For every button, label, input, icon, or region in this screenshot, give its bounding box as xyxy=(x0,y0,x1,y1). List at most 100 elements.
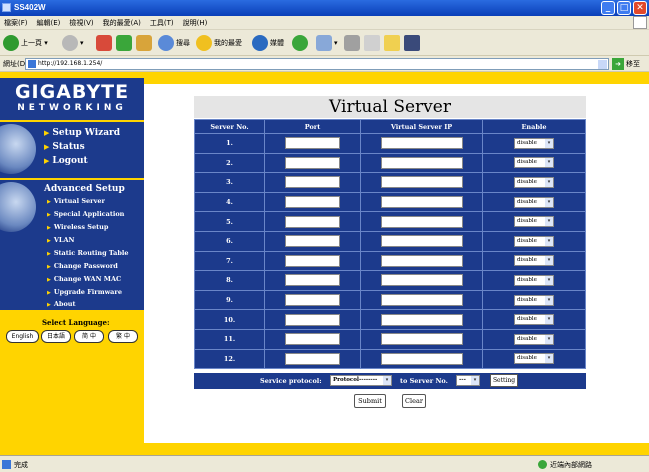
port-input[interactable] xyxy=(285,352,340,365)
server-ip-input[interactable] xyxy=(380,352,463,365)
server-no: 7. xyxy=(194,250,265,272)
nav-change-password[interactable]: ▶ Change Password xyxy=(47,262,118,270)
enable-select[interactable]: disable ▾ xyxy=(514,235,554,247)
port-input[interactable] xyxy=(285,137,340,150)
table-row: 7. disable ▾ xyxy=(194,250,586,272)
menu-tools[interactable]: 工具(T) xyxy=(146,16,179,28)
mail-button[interactable]: ▾ xyxy=(316,34,338,52)
server-ip-input[interactable] xyxy=(380,313,463,326)
menu-favorites[interactable]: 我的最愛(A) xyxy=(99,16,146,28)
nav-wireless-setup[interactable]: ▶ Wireless Setup xyxy=(47,223,108,231)
server-ip-input[interactable] xyxy=(380,156,463,169)
window-title: SS402W xyxy=(14,3,46,12)
messenger-button[interactable] xyxy=(404,34,422,52)
nav-status[interactable]: ▶ Status xyxy=(44,142,85,152)
address-dropdown-icon[interactable] xyxy=(598,60,607,69)
server-no-select[interactable]: --- ▾ xyxy=(456,375,480,386)
enable-select[interactable]: disable ▾ xyxy=(514,137,554,149)
enable-select[interactable]: disable ▾ xyxy=(514,216,554,228)
page-title: Virtual Server xyxy=(194,96,586,118)
close-button[interactable]: ✕ xyxy=(633,1,647,15)
stop-icon xyxy=(96,35,112,51)
menu-help[interactable]: 說明(H) xyxy=(179,16,213,28)
chevron-down-icon: ▾ xyxy=(545,158,553,168)
folder-button[interactable] xyxy=(384,34,402,52)
go-button[interactable]: 移至 xyxy=(626,59,640,69)
port-input[interactable] xyxy=(285,294,340,307)
edit-button[interactable] xyxy=(364,34,382,52)
server-ip-input[interactable] xyxy=(380,235,463,248)
setting-button[interactable]: Setting xyxy=(490,374,518,387)
table-row: 5. disable ▾ xyxy=(194,211,586,232)
nav-logout[interactable]: ▶ Logout xyxy=(44,156,88,166)
intranet-zone-icon xyxy=(538,460,547,469)
lang-simplified-chinese-button[interactable]: 简 中 xyxy=(74,330,104,343)
port-input[interactable] xyxy=(285,254,340,267)
minimize-button[interactable]: _ xyxy=(601,1,615,15)
table-header-row: Server No. Port Virtual Server IP Enable xyxy=(194,119,586,134)
enable-select[interactable]: disable ▾ xyxy=(514,157,554,169)
port-input[interactable] xyxy=(285,215,340,228)
home-button[interactable] xyxy=(136,34,154,52)
port-input[interactable] xyxy=(285,313,340,326)
enable-select[interactable]: disable ▾ xyxy=(514,333,554,345)
server-ip-input[interactable] xyxy=(380,294,463,307)
print-button[interactable] xyxy=(344,34,362,52)
media-button[interactable]: 媒體 xyxy=(252,34,284,52)
nav-virtual-server[interactable]: ▶ Virtual Server xyxy=(47,197,105,205)
clear-button[interactable]: Clear xyxy=(402,394,426,408)
server-ip-input[interactable] xyxy=(380,137,463,150)
menu-file[interactable]: 檔案(F) xyxy=(0,16,33,28)
port-input[interactable] xyxy=(285,333,340,346)
port-input[interactable] xyxy=(285,196,340,209)
stop-button[interactable] xyxy=(96,34,114,52)
port-input[interactable] xyxy=(285,274,340,287)
home-icon xyxy=(136,35,152,51)
port-input[interactable] xyxy=(285,235,340,248)
lang-english-button[interactable]: English xyxy=(6,330,39,343)
port-input[interactable] xyxy=(285,156,340,169)
favorites-button[interactable]: 我的最愛 xyxy=(196,34,242,52)
enable-select[interactable]: disable ▾ xyxy=(514,255,554,267)
enable-select[interactable]: disable ▾ xyxy=(514,353,554,365)
port-input[interactable] xyxy=(285,176,340,189)
go-arrow-icon[interactable]: ➜ xyxy=(612,58,624,70)
lang-japanese-button[interactable]: 日本語 xyxy=(41,330,71,343)
back-button[interactable]: 上一頁 ▾ xyxy=(3,34,48,52)
enable-select[interactable]: disable ▾ xyxy=(514,196,554,208)
nav-special-application[interactable]: ▶ Special Application xyxy=(47,210,124,218)
server-ip-input[interactable] xyxy=(380,196,463,209)
enable-select[interactable]: disable ▾ xyxy=(514,314,554,326)
protocol-select[interactable]: Protocol-------- ▾ xyxy=(330,375,392,386)
maximize-button[interactable]: □ xyxy=(617,1,631,15)
address-input[interactable]: http://192.168.1.254/ xyxy=(25,58,609,70)
menu-edit[interactable]: 編輯(E) xyxy=(33,16,66,28)
nav-about[interactable]: ▶ About xyxy=(47,300,76,308)
forward-button[interactable]: ▾ xyxy=(62,34,84,52)
history-button[interactable] xyxy=(292,34,310,52)
nav-change-wan-mac[interactable]: ▶ Change WAN MAC xyxy=(47,275,121,283)
chevron-down-icon: ▾ xyxy=(545,236,553,246)
server-ip-input[interactable] xyxy=(380,254,463,267)
enable-select[interactable]: disable ▾ xyxy=(514,274,554,286)
submit-button[interactable]: Submit xyxy=(354,394,386,408)
enable-select[interactable]: disable ▾ xyxy=(514,176,554,188)
nav-setup-wizard[interactable]: ▶ Setup Wizard xyxy=(44,128,120,138)
nav-static-routing-table[interactable]: ▶ Static Routing Table xyxy=(47,249,129,257)
page-done-icon xyxy=(2,460,11,469)
refresh-button[interactable] xyxy=(116,34,134,52)
server-no: 9. xyxy=(194,289,265,311)
enable-select[interactable]: disable ▾ xyxy=(514,294,554,306)
server-ip-input[interactable] xyxy=(380,274,463,287)
col-server-no: Server No. xyxy=(194,119,265,134)
server-ip-input[interactable] xyxy=(380,333,463,346)
browser-window: SS402W _ □ ✕ 檔案(F) 編輯(E) 檢視(V) 我的最愛(A) 工具(T) 說明… xyxy=(0,0,649,472)
lang-traditional-chinese-button[interactable]: 繁 中 xyxy=(108,330,138,343)
decor-circle-image xyxy=(0,182,36,232)
nav-vlan[interactable]: ▶ VLAN xyxy=(47,236,74,244)
menu-view[interactable]: 檢視(V) xyxy=(65,16,98,28)
search-button[interactable]: 搜尋 xyxy=(158,34,190,52)
server-ip-input[interactable] xyxy=(380,215,463,228)
server-ip-input[interactable] xyxy=(380,176,463,189)
nav-upgrade-firmware[interactable]: ▶ Upgrade Firmware xyxy=(47,288,122,296)
